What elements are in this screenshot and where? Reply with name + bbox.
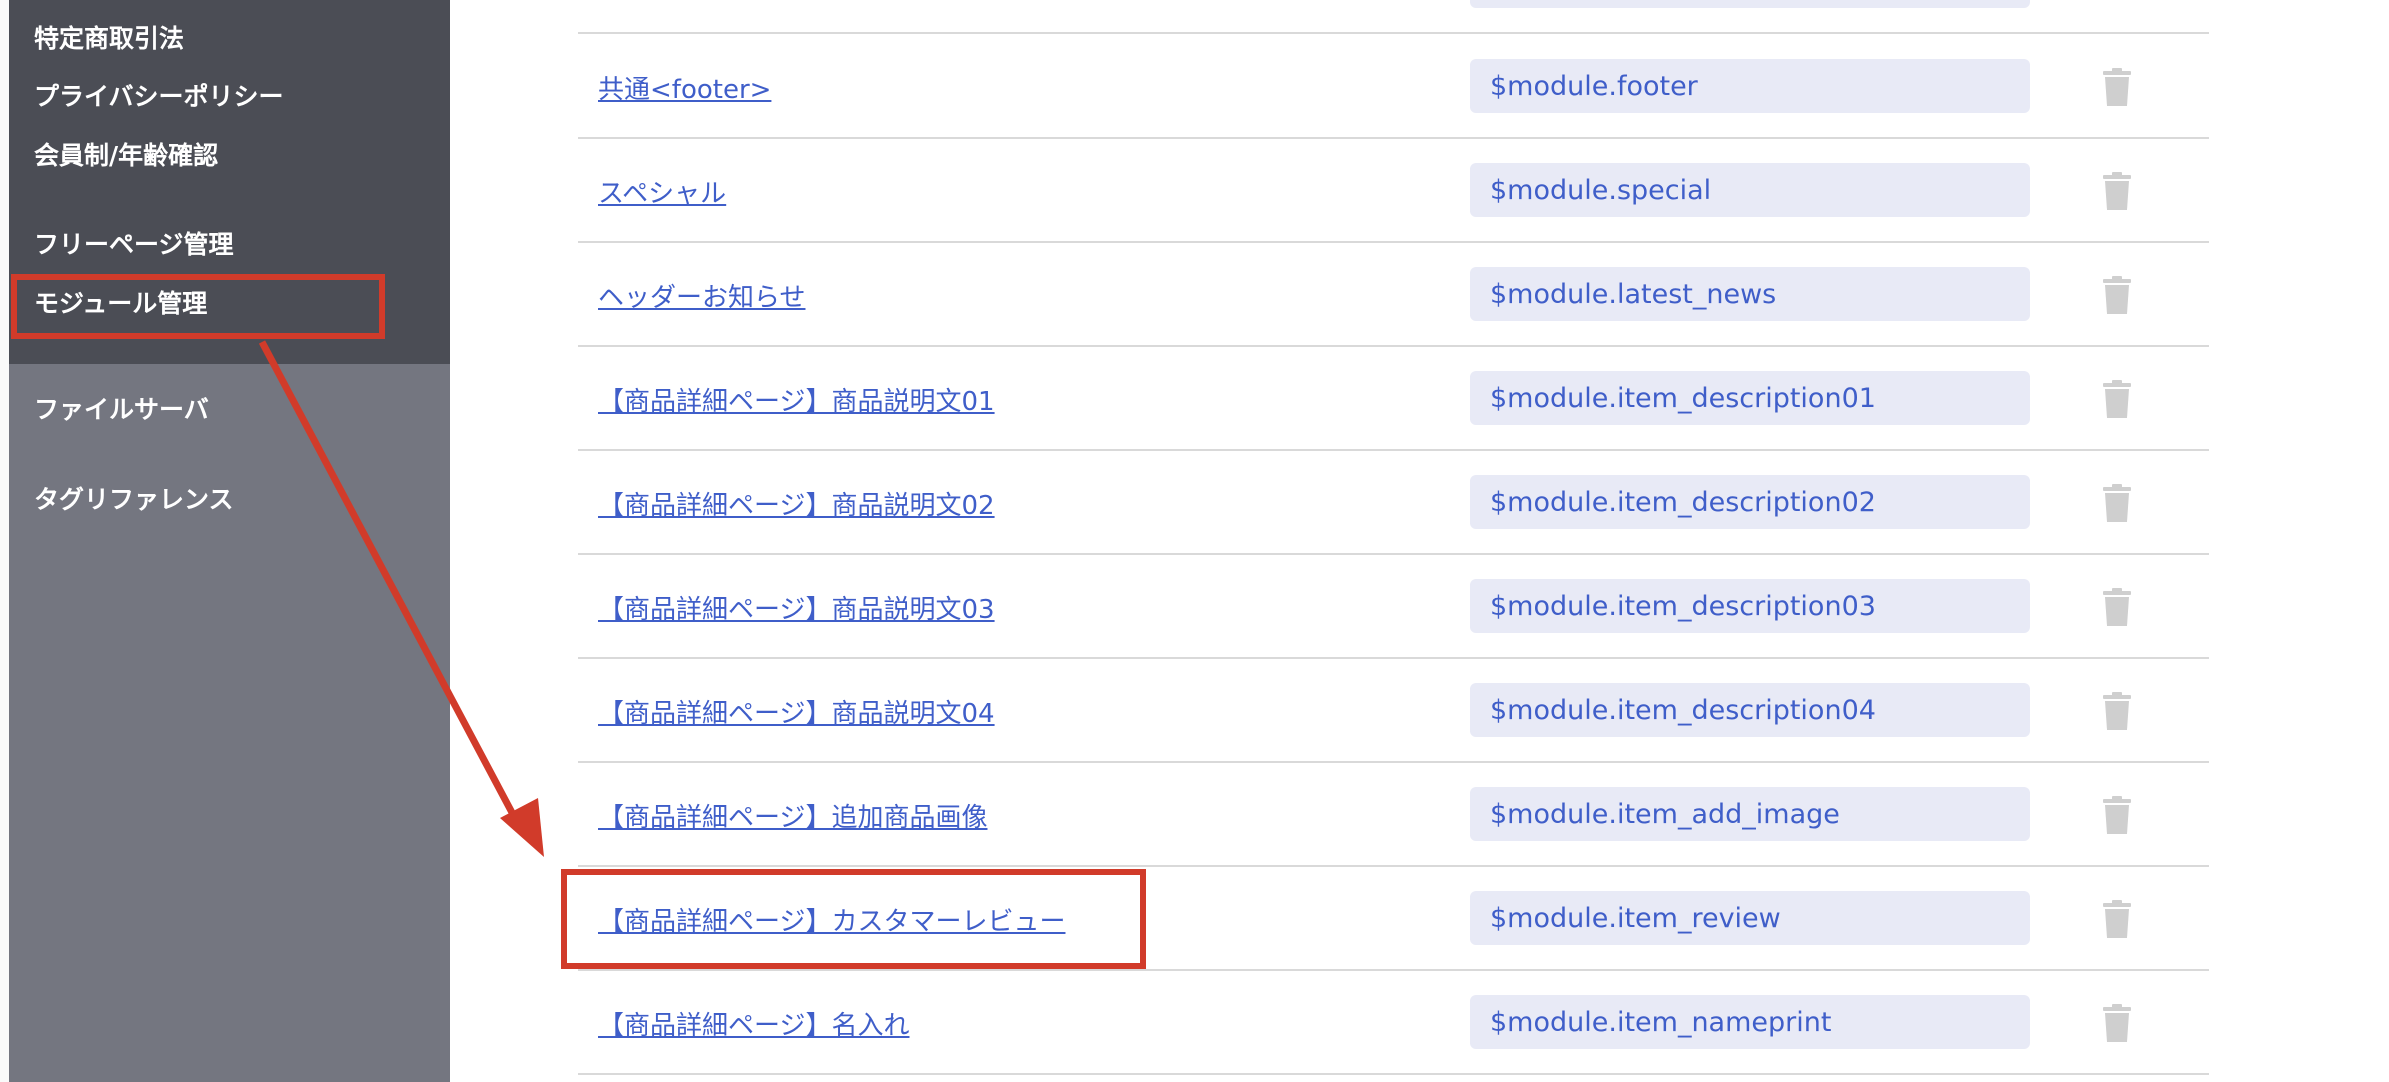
module-name-link[interactable]: 【商品詳細ページ】商品説明文03 <box>598 555 995 659</box>
module-variable-text: $module.item_nameprint <box>1490 1006 1832 1038</box>
trash-icon[interactable] <box>2102 796 2132 834</box>
module-name-link[interactable]: 共通<footer> <box>598 35 771 139</box>
module-variable: $module.item_description02 <box>1470 475 2030 529</box>
module-variable: $module.item_description01 <box>1470 371 2030 425</box>
trash-icon[interactable] <box>2102 276 2132 314</box>
module-variable: $module.item_review <box>1470 891 2030 945</box>
trash-icon[interactable] <box>2102 692 2132 730</box>
module-variable: $module.latest_news <box>1470 267 2030 321</box>
module-name-link[interactable]: 【商品詳細ページ】名入れ <box>598 971 909 1075</box>
table-row: 【商品詳細ページ】商品説明文04 $module.item_descriptio… <box>578 659 2209 763</box>
module-variable: $module.item_add_image <box>1470 787 2030 841</box>
variable-box-partial <box>1470 0 2030 8</box>
table-row: 【商品詳細ページ】商品説明文03 $module.item_descriptio… <box>578 555 2209 659</box>
module-variable-text: $module.item_description02 <box>1490 486 1876 518</box>
table-row: 【商品詳細ページ】名入れ $module.item_nameprint <box>578 971 2209 1075</box>
sidebar-item-privacy-policy[interactable]: プライバシーポリシー <box>34 80 284 114</box>
module-variable: $module.footer <box>1470 59 2030 113</box>
sidebar-item-free-page[interactable]: フリーページ管理 <box>34 228 234 262</box>
sidebar-item-tokutei[interactable]: 特定商取引法 <box>34 22 184 56</box>
module-variable-text: $module.footer <box>1490 70 1698 102</box>
module-name-link[interactable]: 【商品詳細ページ】カスタマーレビュー <box>598 867 1065 971</box>
module-variable-text: $module.item_review <box>1490 902 1781 934</box>
module-variable-text: $module.item_description01 <box>1490 382 1876 414</box>
trash-icon[interactable] <box>2102 588 2132 626</box>
trash-icon[interactable] <box>2102 380 2132 418</box>
module-table: 共通<footer> $module.footer スペシャル $module.… <box>578 0 2209 1082</box>
arrow-head <box>500 798 544 857</box>
module-variable-text: $module.item_description03 <box>1490 590 1876 622</box>
module-name-link[interactable]: 【商品詳細ページ】商品説明文01 <box>598 347 995 451</box>
trash-icon[interactable] <box>2102 68 2132 106</box>
window-edge <box>0 0 9 1082</box>
trash-icon[interactable] <box>2102 484 2132 522</box>
table-row-partial <box>578 0 2209 34</box>
module-name-link[interactable]: 【商品詳細ページ】追加商品画像 <box>598 763 987 867</box>
table-row: 【商品詳細ページ】カスタマーレビュー $module.item_review <box>578 867 2209 971</box>
sidebar-item-module[interactable]: モジュール管理 <box>34 287 207 321</box>
table-row: 共通<footer> $module.footer <box>578 35 2209 139</box>
trash-icon[interactable] <box>2102 900 2132 938</box>
module-name-link[interactable]: ヘッダーお知らせ <box>598 243 805 347</box>
sidebar: 特定商取引法 プライバシーポリシー 会員制/年齢確認 フリーページ管理 モジュー… <box>9 0 450 1082</box>
module-name-link[interactable]: 【商品詳細ページ】商品説明文02 <box>598 451 995 555</box>
table-row: ヘッダーお知らせ $module.latest_news <box>578 243 2209 347</box>
page-root: 特定商取引法 プライバシーポリシー 会員制/年齢確認 フリーページ管理 モジュー… <box>0 0 2389 1082</box>
table-row: 【商品詳細ページ】追加商品画像 $module.item_add_image <box>578 763 2209 867</box>
module-variable-text: $module.special <box>1490 174 1712 206</box>
module-variable: $module.item_description04 <box>1470 683 2030 737</box>
sidebar-item-tag-reference[interactable]: タグリファレンス <box>34 483 234 517</box>
module-name-link[interactable]: 【商品詳細ページ】商品説明文04 <box>598 659 995 763</box>
module-name-link[interactable]: スペシャル <box>598 139 726 243</box>
module-variable-text: $module.latest_news <box>1490 278 1777 310</box>
module-variable: $module.special <box>1470 163 2030 217</box>
table-row: スペシャル $module.special <box>578 139 2209 243</box>
table-row: 【商品詳細ページ】商品説明文01 $module.item_descriptio… <box>578 347 2209 451</box>
trash-icon[interactable] <box>2102 172 2132 210</box>
sidebar-item-membership[interactable]: 会員制/年齢確認 <box>34 139 218 173</box>
trash-icon[interactable] <box>2102 1004 2132 1042</box>
module-variable-text: $module.item_add_image <box>1490 798 1840 830</box>
module-variable: $module.item_nameprint <box>1470 995 2030 1049</box>
table-row: 【商品詳細ページ】商品説明文02 $module.item_descriptio… <box>578 451 2209 555</box>
sidebar-item-file-server[interactable]: ファイルサーバ <box>34 393 209 427</box>
module-variable: $module.item_description03 <box>1470 579 2030 633</box>
module-variable-text: $module.item_description04 <box>1490 694 1876 726</box>
